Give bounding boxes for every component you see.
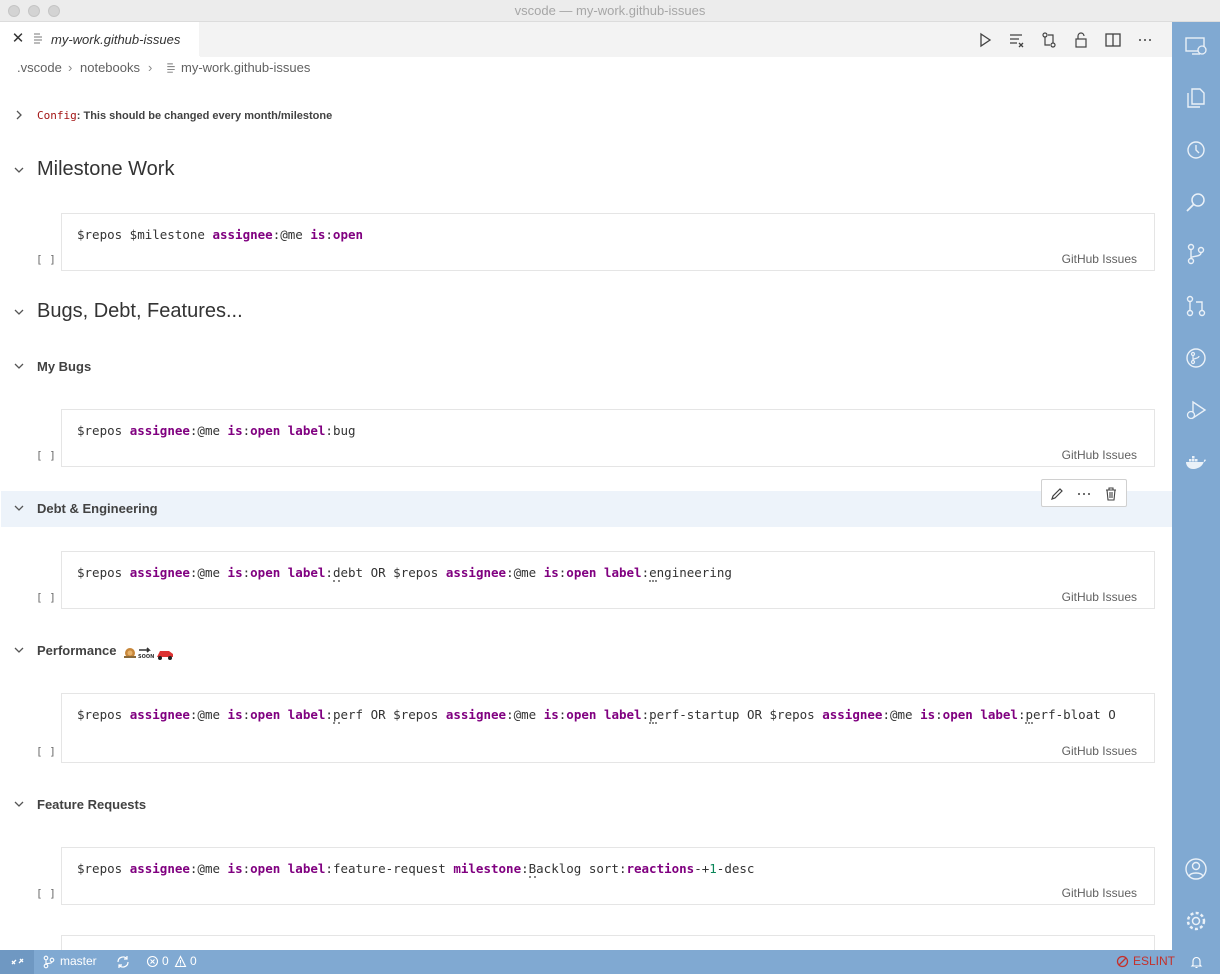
cell-toolbar [1041, 479, 1127, 507]
eslint-status[interactable]: ESLINT [1133, 954, 1175, 968]
chevron-down-icon[interactable] [12, 305, 26, 319]
config-code-label: Config [37, 109, 77, 122]
error-icon[interactable] [146, 955, 159, 968]
chevron-down-icon[interactable] [12, 501, 26, 515]
breadcrumb-notebooks[interactable]: notebooks [80, 60, 140, 75]
cell-execution-count: [ ] [36, 449, 56, 462]
snail-soon-racecar-emoji-icon: SOON [124, 646, 174, 660]
search-icon[interactable] [1184, 190, 1208, 214]
unlock-icon[interactable] [1072, 31, 1090, 49]
editor-tab-bar: ✕ my-work.github-issues [0, 22, 1172, 57]
code-cell-milestone[interactable]: $repos $milestone assignee:@me is:open G… [61, 213, 1155, 271]
heading-performance-text: Performance [37, 643, 117, 658]
chevron-down-icon[interactable] [12, 797, 26, 811]
hovered-cell-row [1, 491, 1172, 527]
run-all-icon[interactable] [976, 31, 994, 49]
chevron-down-icon[interactable] [12, 163, 26, 177]
github-icon[interactable] [1184, 346, 1208, 370]
remote-indicator[interactable] [0, 950, 34, 974]
cell-source[interactable]: $repos assignee:@me is:open label:bug [77, 423, 356, 438]
heading-bugs-debt-features: Bugs, Debt, Features... [37, 300, 243, 322]
notebook-editor: Config: This should be changed every mon… [0, 79, 1172, 950]
heading-feature-requests: Feature Requests [37, 797, 147, 812]
chevron-down-icon[interactable] [12, 643, 26, 657]
pencil-icon[interactable] [1049, 486, 1065, 502]
cell-language-label[interactable]: GitHub Issues [1062, 886, 1137, 900]
editor-actions [0, 22, 1172, 57]
window-title: vscode — my-work.github-issues [514, 3, 706, 18]
settings-gear-icon[interactable] [1184, 909, 1208, 933]
sync-icon[interactable] [116, 955, 130, 969]
cell-source[interactable]: $repos assignee:@me is:open label:debt O… [77, 565, 732, 582]
cell-source[interactable]: $repos assignee:@me is:open label:featur… [77, 861, 754, 878]
pull-request-icon[interactable] [1184, 294, 1208, 318]
chevron-right-icon: › [68, 60, 73, 75]
cell-language-label[interactable]: GitHub Issues [1062, 590, 1137, 604]
trash-icon[interactable] [1103, 486, 1119, 502]
eslint-disabled-icon [1116, 955, 1129, 968]
activity-bar [1172, 22, 1220, 950]
code-cell-performance[interactable]: $repos assignee:@me is:open label:perf O… [61, 693, 1155, 763]
chevron-right-icon: › [148, 60, 153, 75]
code-cell-next[interactable] [61, 935, 1155, 950]
code-cell-my-bugs[interactable]: $repos assignee:@me is:open label:bug Gi… [61, 409, 1155, 467]
file-icon [167, 63, 175, 73]
remote-icon [11, 958, 24, 965]
files-icon[interactable] [1184, 86, 1208, 110]
cell-language-label[interactable]: GitHub Issues [1062, 744, 1137, 758]
heading-milestone-work: Milestone Work [37, 158, 175, 180]
breadcrumb-file[interactable]: my-work.github-issues [181, 60, 310, 75]
cell-source[interactable]: $repos $milestone assignee:@me is:open [77, 227, 363, 242]
code-cell-feature-requests[interactable]: $repos assignee:@me is:open label:featur… [61, 847, 1155, 905]
chevron-right-icon[interactable] [12, 108, 26, 122]
clear-outputs-icon[interactable] [1008, 31, 1026, 49]
cell-source[interactable]: $repos assignee:@me is:open label:perf O… [77, 707, 1116, 724]
breadcrumb: .vscode › notebooks › my-work.github-iss… [0, 57, 1172, 79]
breadcrumb-vscode[interactable]: .vscode [17, 60, 62, 75]
cell-execution-count: [ ] [36, 591, 56, 604]
code-cell-debt[interactable]: $repos assignee:@me is:open label:debt O… [61, 551, 1155, 609]
diff-icon[interactable] [1040, 31, 1058, 49]
window-titlebar: vscode — my-work.github-issues [0, 0, 1220, 22]
run-debug-icon[interactable] [1184, 398, 1208, 422]
cell-language-label[interactable]: GitHub Issues [1062, 252, 1137, 266]
branch-name[interactable]: master [60, 954, 97, 968]
svg-text:SOON: SOON [138, 654, 154, 660]
branch-icon [43, 955, 55, 969]
timeline-icon[interactable] [1184, 138, 1208, 162]
status-bar: master 0 0 ESLINT [0, 950, 1220, 974]
cell-execution-count: [ ] [36, 745, 56, 758]
more-icon[interactable] [1076, 486, 1092, 502]
docker-icon[interactable] [1184, 450, 1208, 474]
account-icon[interactable] [1184, 857, 1208, 881]
chevron-down-icon[interactable] [12, 359, 26, 373]
heading-my-bugs: My Bugs [37, 359, 92, 374]
warning-icon[interactable] [174, 955, 187, 968]
cell-language-label[interactable]: GitHub Issues [1062, 448, 1137, 462]
cell-execution-count: [ ] [36, 253, 56, 266]
remote-explorer-icon[interactable] [1184, 34, 1208, 58]
cell-execution-count: [ ] [36, 887, 56, 900]
source-control-icon[interactable] [1184, 242, 1208, 266]
config-markdown-cell[interactable]: Config: This should be changed every mon… [37, 109, 332, 122]
more-icon[interactable] [1136, 31, 1154, 49]
error-count[interactable]: 0 [162, 954, 169, 968]
split-editor-icon[interactable] [1104, 31, 1122, 49]
heading-performance: Performance SOON [37, 643, 175, 660]
config-text: : This should be changed every month/mil… [76, 110, 333, 122]
heading-debt-engineering: Debt & Engineering [37, 501, 158, 516]
bell-icon[interactable] [1190, 955, 1203, 969]
warning-count[interactable]: 0 [190, 954, 197, 968]
